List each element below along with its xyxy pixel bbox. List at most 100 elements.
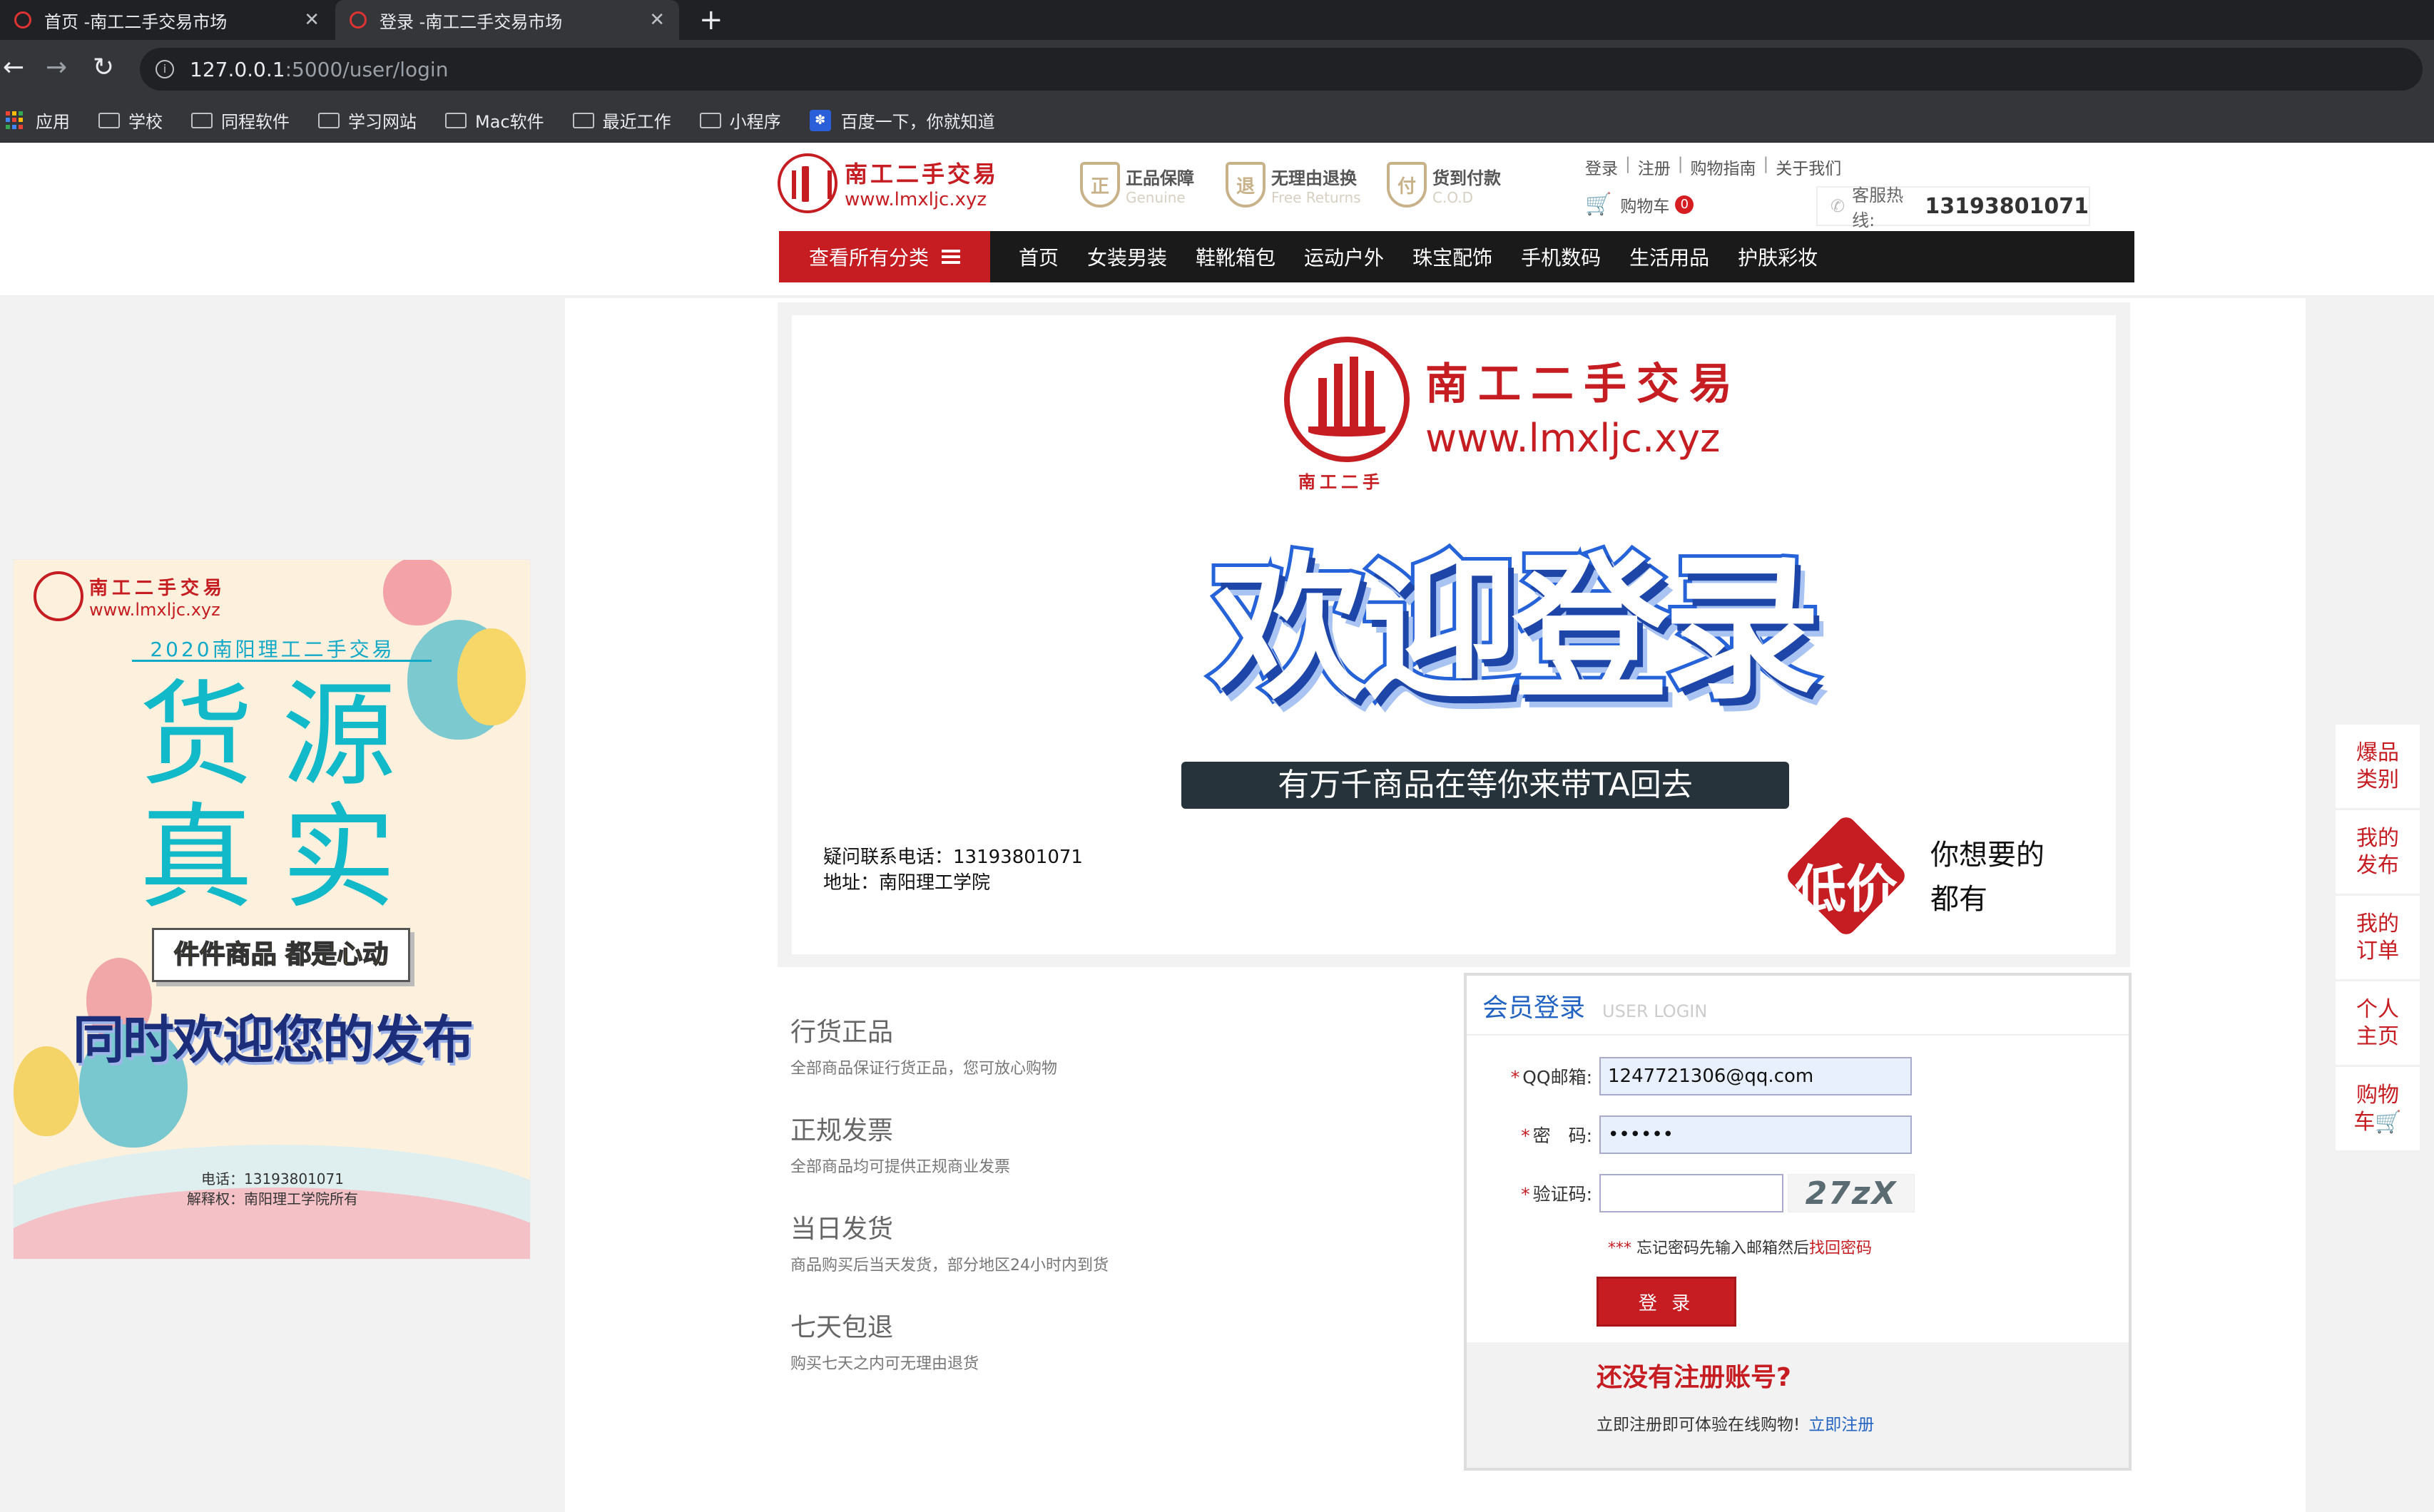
- baidu-paw-icon: ✽: [809, 109, 831, 131]
- captcha-image[interactable]: 27zX: [1788, 1174, 1915, 1212]
- right-float-bar: 爆品 类别 我的 发布 我的 订单 个人 主页 购物 车🛒: [2336, 725, 2420, 1153]
- low-price-badge: 低价: [1781, 813, 1912, 939]
- login-header: 会员登录 USER LOGIN: [1467, 976, 2129, 1036]
- bookmark-folder[interactable]: Mac软件: [445, 108, 544, 133]
- bookmark-label: 百度一下，你就知道: [840, 112, 995, 132]
- nav-item-beauty[interactable]: 护肤彩妆: [1738, 242, 1818, 271]
- email-input[interactable]: [1599, 1057, 1912, 1095]
- site-logo[interactable]: 南工二手交易 www.lmxljc.xyz: [778, 153, 999, 213]
- feature-desc: 全部商品均可提供正规商业发票: [790, 1158, 1011, 1176]
- ad-tag-box: 件件商品 都是心动: [152, 928, 410, 982]
- login-link[interactable]: 登录: [1585, 155, 1618, 179]
- ad-footer-rights: 解释权：南阳理工学院所有: [187, 1190, 358, 1207]
- cart-float-button[interactable]: 购物 车🛒: [2336, 1067, 2420, 1151]
- you-want-line1: 你想要的: [1930, 839, 2045, 872]
- banner-logo: 南工二手 南工二手交易 www.lmxljc.xyz: [1284, 337, 1742, 492]
- phone-icon: ✆: [1830, 196, 1845, 216]
- tab-close-icon[interactable]: ✕: [304, 9, 320, 31]
- guarantee-title: 无理由退换: [1271, 168, 1357, 188]
- ad-big-line2: 真实: [139, 791, 425, 924]
- bookmark-folder[interactable]: 同程软件: [191, 108, 290, 133]
- bookmark-folder[interactable]: 最近工作: [572, 108, 671, 133]
- logo-mark-icon: [34, 571, 83, 621]
- banner-contact: 疑问联系电话：13193801071 地址：南阳理工学院: [823, 844, 1083, 896]
- main-nav: 查看所有分类 首页 女装男装 鞋靴箱包 运动户外 珠宝配饰 手机数码 生活用品 …: [779, 231, 2134, 282]
- bookmark-baidu[interactable]: ✽ 百度一下，你就知道: [809, 108, 995, 133]
- profile-button[interactable]: 个人 主页: [2336, 981, 2420, 1066]
- logo-name: 南工二手交易: [845, 160, 999, 188]
- bookmark-folder[interactable]: 学习网站: [318, 108, 417, 133]
- email-row: * QQ邮箱:: [1467, 1057, 1912, 1095]
- hotline: ✆ 客服热线: 13193801071: [1816, 185, 2090, 230]
- shopping-guide-link[interactable]: 购物指南: [1691, 155, 1756, 179]
- shield-icon: 正: [1080, 162, 1120, 208]
- contact-address: 地址：南阳理工学院: [823, 872, 991, 894]
- feature-title: 正规发票: [790, 1116, 894, 1145]
- low-price-text: 低价: [1794, 859, 1898, 919]
- nav-item-digital[interactable]: 手机数码: [1521, 242, 1601, 271]
- browser-tab-bar: 首页 -南工二手交易市场 ✕ 登录 -南工二手交易市场 ✕ +: [0, 0, 2434, 40]
- forgot-password-hint: *** 忘记密码先输入邮箱然后找回密码: [1608, 1235, 1872, 1258]
- recover-password-link[interactable]: 找回密码: [1809, 1240, 1872, 1257]
- browser-tab-home[interactable]: 首页 -南工二手交易市场 ✕: [0, 0, 334, 40]
- nav-item-shoes-bags[interactable]: 鞋靴箱包: [1196, 242, 1275, 271]
- ad-logo: 南工二手交易 www.lmxljc.xyz: [34, 571, 226, 621]
- ad-divider: [132, 660, 432, 662]
- feature-desc: 全部商品保证行货正品，您可放心购物: [790, 1060, 1058, 1078]
- browser-tab-login[interactable]: 登录 -南工二手交易市场 ✕: [335, 0, 679, 40]
- gift-icon: 付: [1387, 162, 1427, 208]
- register-link[interactable]: 注册: [1638, 155, 1671, 179]
- about-us-link[interactable]: 关于我们: [1776, 155, 1841, 179]
- captcha-row: * 验证码: 27zX: [1467, 1174, 1915, 1212]
- all-categories-button[interactable]: 查看所有分类: [779, 231, 990, 282]
- guarantee-title: 正品保障: [1126, 168, 1194, 188]
- register-title: 还没有注册账号?: [1597, 1363, 1791, 1392]
- my-orders-button[interactable]: 我的 订单: [2336, 896, 2420, 980]
- forgot-text: 忘记密码先输入邮箱然后: [1636, 1240, 1810, 1257]
- reload-icon[interactable]: ↻: [93, 51, 114, 84]
- nav-item-home[interactable]: 首页: [1019, 242, 1059, 271]
- nav-item-clothing[interactable]: 女装男装: [1087, 242, 1167, 271]
- list-icon: [942, 250, 960, 264]
- banner-logo-url: www.lmxljc.xyz: [1425, 416, 1721, 461]
- side-advertisement[interactable]: 南工二手交易 www.lmxljc.xyz 2020南阳理工二手交易 货源 真实…: [13, 559, 531, 1260]
- back-arrow-icon[interactable]: ←: [3, 51, 24, 84]
- forward-arrow-icon[interactable]: →: [46, 51, 67, 84]
- nav-item-jewelry[interactable]: 珠宝配饰: [1412, 242, 1492, 271]
- login-banner-frame: 南工二手 南工二手交易 www.lmxljc.xyz 欢迎登录 有万千商品在等你…: [778, 302, 2130, 967]
- category-button-label: 查看所有分类: [808, 246, 929, 270]
- bookmarks-bar: 应用 学校 同程软件 学习网站 Mac软件 最近工作 小程序 ✽ 百度一下，你就知…: [0, 98, 2434, 143]
- login-title: 会员登录: [1482, 993, 1586, 1023]
- tab-title: 登录 -南工二手交易市场: [380, 11, 563, 32]
- bookmark-label: 应用: [36, 112, 70, 132]
- ad-welcome: 同时欢迎您的发布: [72, 1010, 474, 1070]
- new-tab-button[interactable]: +: [699, 3, 723, 37]
- email-label: * QQ邮箱:: [1510, 1067, 1592, 1088]
- url-input[interactable]: i 127.0.0.1:5000/user/login: [140, 48, 2423, 91]
- bookmark-apps[interactable]: 应用: [6, 108, 70, 133]
- register-text: 立即注册即可体验在线购物! 立即注册: [1597, 1411, 1874, 1435]
- captcha-input[interactable]: [1599, 1174, 1783, 1212]
- login-button[interactable]: 登 录: [1597, 1277, 1736, 1327]
- nav-item-sports[interactable]: 运动户外: [1304, 242, 1384, 271]
- login-subtitle: USER LOGIN: [1602, 1001, 1708, 1021]
- bookmark-folder[interactable]: 小程序: [699, 108, 781, 133]
- password-input[interactable]: [1599, 1115, 1912, 1154]
- hot-categories-button[interactable]: 爆品 类别: [2336, 725, 2420, 809]
- cart-count-badge: 0: [1675, 195, 1694, 214]
- bookmark-folder[interactable]: 学校: [98, 108, 163, 133]
- ad-big-line1: 货源: [139, 668, 425, 802]
- my-posts-button[interactable]: 我的 发布: [2336, 810, 2420, 894]
- logo-url: www.lmxljc.xyz: [845, 189, 987, 210]
- feature-returns: 七天包退 购买七天之内可无理由退货: [790, 1307, 979, 1374]
- nav-item-daily[interactable]: 生活用品: [1629, 242, 1709, 271]
- tab-close-icon[interactable]: ✕: [649, 9, 665, 31]
- site-info-icon[interactable]: i: [156, 60, 174, 78]
- url-path: :5000/user/login: [285, 57, 449, 81]
- feature-desc: 购买七天之内可无理由退货: [790, 1355, 979, 1373]
- folder-icon: [98, 112, 120, 128]
- bookmark-label: 学校: [128, 112, 163, 132]
- header-cart[interactable]: 🛒 购物车 0: [1585, 192, 1694, 217]
- forgot-stars: ***: [1608, 1240, 1631, 1257]
- register-now-link[interactable]: 立即注册: [1808, 1416, 1874, 1434]
